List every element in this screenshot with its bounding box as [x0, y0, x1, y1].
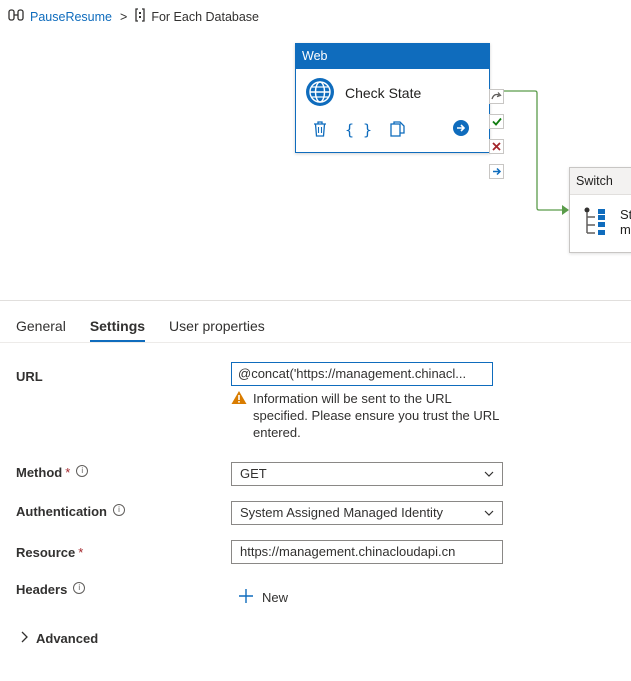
method-select[interactable]: GET	[231, 462, 503, 486]
url-warning-text: Information will be sent to the URL spec…	[253, 391, 499, 440]
code-icon[interactable]: { }	[345, 121, 372, 139]
globe-icon	[305, 77, 335, 110]
go-arrow-icon[interactable]	[453, 120, 469, 139]
breadcrumb: PauseResume > For Each Database	[8, 8, 259, 25]
web-activity-card[interactable]: Web Check State { }	[295, 43, 490, 153]
completion-icon[interactable]	[489, 164, 504, 179]
method-value: GET	[240, 466, 267, 481]
switch-icon	[584, 207, 608, 240]
method-label: Method * i	[16, 465, 89, 480]
info-icon[interactable]: i	[76, 465, 89, 477]
delete-icon[interactable]	[313, 120, 327, 140]
tab-underline	[0, 342, 631, 343]
resource-field[interactable]: https://management.chinacloudapi.cn	[231, 540, 503, 564]
advanced-toggle[interactable]: Advanced	[20, 631, 98, 646]
advanced-label: Advanced	[36, 631, 99, 646]
new-header-label: New	[262, 590, 289, 605]
new-header-button[interactable]: New	[238, 588, 288, 607]
warning-icon	[231, 390, 247, 441]
tab-general[interactable]: General	[16, 318, 66, 342]
tab-user-properties[interactable]: User properties	[169, 318, 265, 342]
breadcrumb-pipeline-link[interactable]: PauseResume	[30, 10, 112, 24]
copy-icon[interactable]	[390, 120, 405, 140]
chevron-down-icon	[484, 463, 494, 485]
url-field[interactable]: @concat('https://management.chinacl...	[231, 362, 493, 386]
switch-activity-type: Switch	[570, 168, 631, 195]
chevron-right-icon	[20, 631, 28, 646]
web-activity-type: Web	[296, 44, 489, 69]
required-marker: *	[78, 545, 84, 560]
switch-activity-card[interactable]: Switch St m	[569, 167, 631, 253]
authentication-label: Authentication i	[16, 504, 125, 519]
foreach-icon	[135, 8, 145, 25]
tab-bar: General Settings User properties	[16, 318, 265, 342]
authentication-select[interactable]: System Assigned Managed Identity	[231, 501, 503, 525]
failure-icon[interactable]	[489, 139, 504, 154]
success-icon[interactable]	[489, 114, 504, 129]
pipeline-icon	[8, 9, 24, 24]
switch-activity-name-line1: St	[620, 207, 631, 222]
skip-icon[interactable]	[489, 89, 504, 104]
output-ports	[489, 89, 504, 189]
pipeline-canvas[interactable]: Web Check State { } Switch St m	[0, 30, 631, 300]
chevron-down-icon	[484, 502, 494, 524]
web-activity-name: Check State	[345, 85, 422, 101]
required-marker: *	[65, 465, 71, 480]
switch-activity-name-line2: m	[620, 222, 631, 237]
url-warning: Information will be sent to the URL spec…	[231, 390, 503, 441]
authentication-value: System Assigned Managed Identity	[240, 505, 444, 520]
headers-label: Headers i	[16, 582, 86, 597]
info-icon[interactable]: i	[113, 504, 125, 516]
info-icon[interactable]: i	[73, 582, 86, 594]
breadcrumb-separator: >	[120, 9, 128, 24]
panel-divider[interactable]	[0, 300, 631, 301]
resource-label: Resource *	[16, 545, 84, 560]
plus-icon	[238, 588, 254, 607]
breadcrumb-activity: For Each Database	[151, 9, 260, 24]
tab-settings[interactable]: Settings	[89, 318, 146, 342]
url-label: URL	[16, 369, 43, 384]
